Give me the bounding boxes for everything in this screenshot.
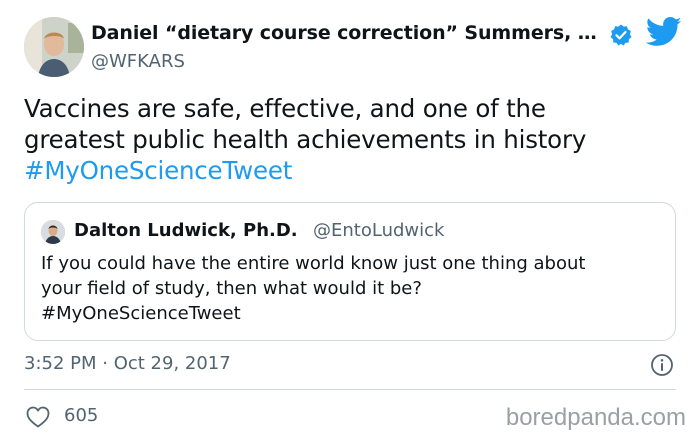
heart-icon[interactable]: [26, 406, 50, 428]
quoted-text-line: your field of study, then what would it …: [41, 278, 422, 299]
tweet-text: Vaccines are safe, effective, and one of…: [24, 93, 674, 186]
author-name[interactable]: Daniel “dietary course correction” Summe…: [91, 22, 597, 44]
hashtag-link[interactable]: #MyOneScienceTweet: [24, 155, 674, 186]
watermark: boredpanda.com: [505, 404, 686, 431]
tweet-timestamp[interactable]: 3:52 PM · Oct 29, 2017: [24, 353, 231, 374]
quoted-author-handle[interactable]: @EntoLudwick: [313, 220, 444, 241]
verified-badge-icon: [609, 23, 633, 47]
info-icon[interactable]: [650, 353, 674, 377]
twitter-bird-icon[interactable]: [645, 17, 682, 47]
tweet-header: Daniel “dietary course correction” Summe…: [24, 17, 682, 79]
author-avatar[interactable]: [24, 17, 84, 77]
quoted-author-avatar[interactable]: [41, 220, 65, 244]
quoted-hashtag: #MyOneScienceTweet: [41, 303, 241, 324]
quoted-author-name[interactable]: Dalton Ludwick, Ph.D.: [74, 220, 298, 241]
quoted-tweet[interactable]: Dalton Ludwick, Ph.D. @EntoLudwick If yo…: [24, 202, 676, 341]
divider: [24, 389, 676, 390]
tweet-text-line: greatest public health achievements in h…: [24, 125, 587, 154]
like-count: 605: [64, 405, 99, 426]
tweet-card: Daniel “dietary course correction” Summe…: [0, 0, 700, 443]
quoted-tweet-text: If you could have the entire world know …: [41, 251, 661, 326]
author-handle[interactable]: @WFKARS: [91, 51, 185, 72]
quoted-text-line: If you could have the entire world know …: [41, 253, 586, 274]
tweet-text-line: Vaccines are safe, effective, and one of…: [24, 94, 546, 123]
